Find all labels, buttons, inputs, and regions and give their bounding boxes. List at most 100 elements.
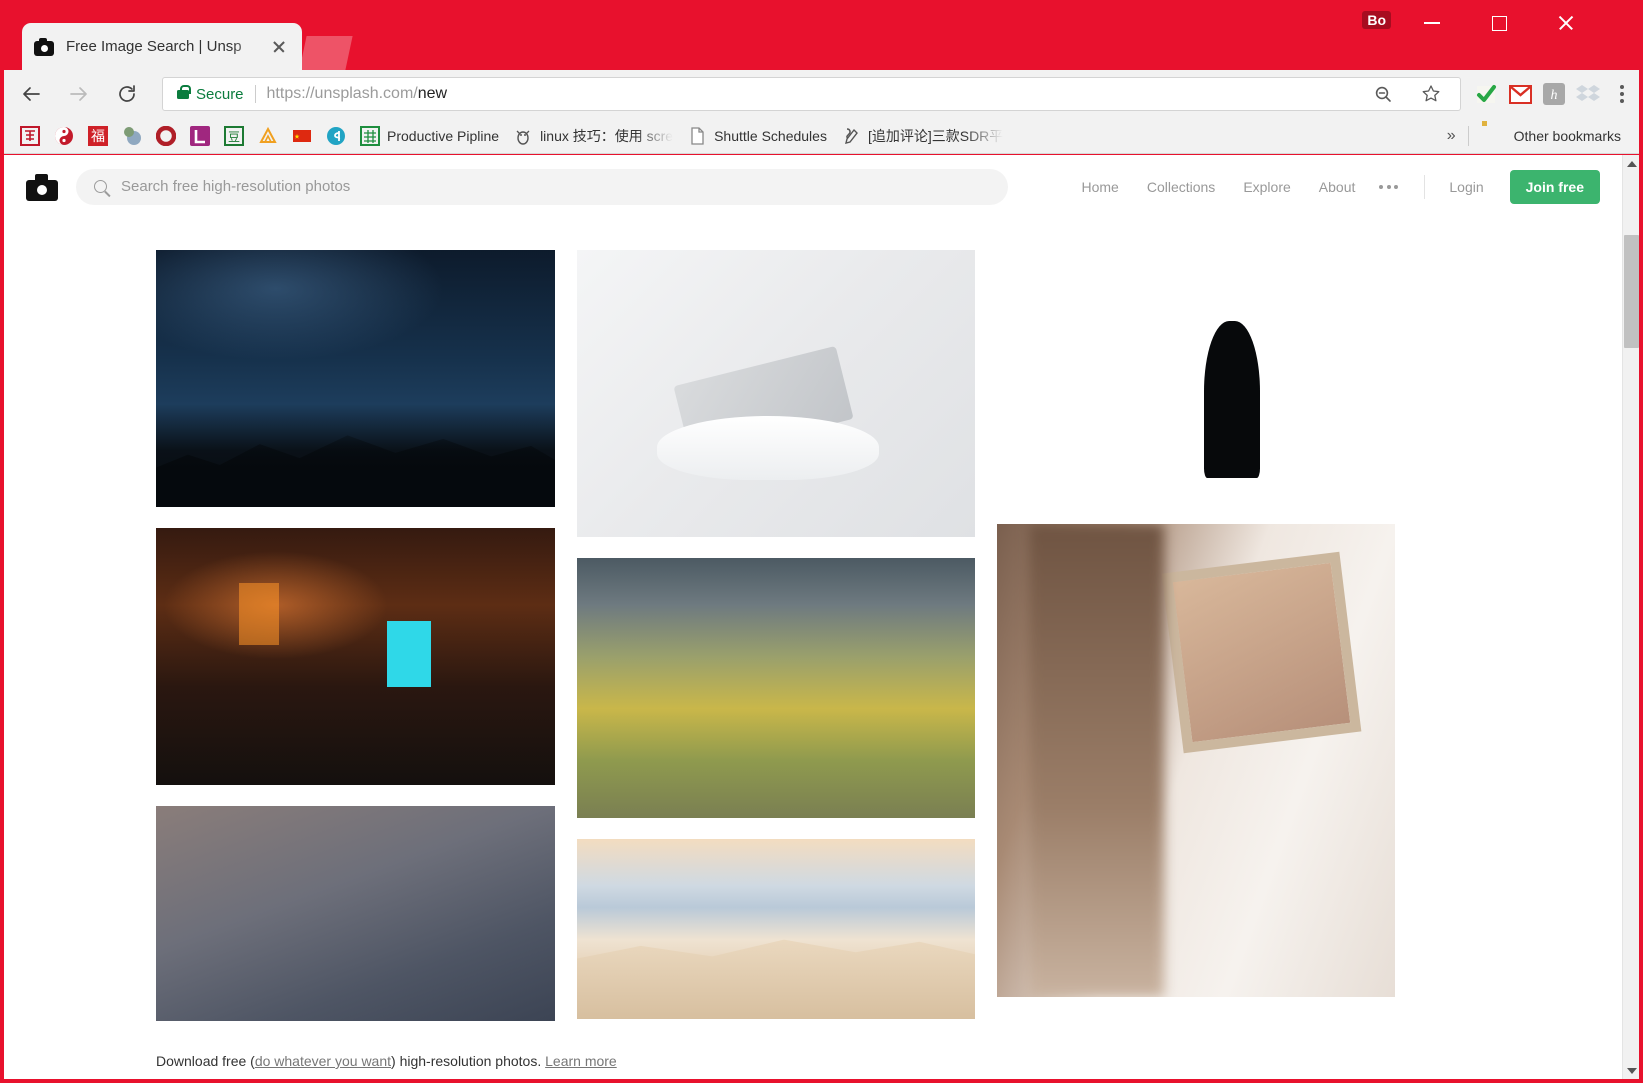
- reload-icon[interactable]: [106, 73, 148, 115]
- close-icon[interactable]: [1533, 0, 1599, 46]
- svg-text:h: h: [1551, 88, 1558, 103]
- unsplash-camera-logo[interactable]: [26, 173, 58, 201]
- camera-icon: [34, 37, 54, 57]
- bookmark-linux-tips[interactable]: linux 技巧：使用 scre: [507, 123, 679, 149]
- red-ring-favicon: [155, 125, 177, 146]
- kebab-menu-icon[interactable]: [1605, 77, 1639, 111]
- lock-icon: [177, 84, 191, 99]
- back-arrow-icon[interactable]: [10, 73, 52, 115]
- nav-home[interactable]: Home: [1081, 179, 1118, 195]
- bookmark-item[interactable]: [320, 123, 352, 149]
- forward-arrow-icon: [58, 73, 100, 115]
- photo-autumn-hillside[interactable]: [577, 558, 975, 818]
- scroll-up-icon[interactable]: [1623, 155, 1640, 172]
- svg-text:福: 福: [91, 129, 105, 145]
- yinyang-favicon: [54, 126, 74, 146]
- photo-masonry-grid: [4, 218, 1622, 1079]
- linux-doc-favicon: [513, 126, 533, 146]
- address-bar[interactable]: Secure https://unsplash.com/new: [162, 77, 1461, 111]
- security-label: Secure: [196, 85, 244, 103]
- pen-favicon: [841, 126, 861, 146]
- maximize-icon[interactable]: [1466, 0, 1532, 46]
- bookmark-label: Shuttle Schedules: [714, 127, 827, 144]
- cyan-a-favicon: [326, 126, 346, 146]
- site-nav: Home Collections Explore About Login Joi…: [1067, 169, 1600, 204]
- scroll-thumb[interactable]: [1624, 235, 1639, 348]
- photo-starry-mountains[interactable]: [156, 250, 555, 507]
- photo-neon-shopfront[interactable]: [156, 528, 555, 785]
- url-path: new: [417, 85, 448, 102]
- folder-icon: [1487, 126, 1507, 146]
- other-bookmarks-label: Other bookmarks: [1513, 127, 1621, 144]
- photo-light-tunnel[interactable]: [997, 250, 1395, 503]
- tab-title: Free Image Search | Unsp: [66, 38, 242, 55]
- omnibox-divider: [254, 85, 256, 103]
- nav-explore[interactable]: Explore: [1243, 179, 1290, 195]
- dropbox-extension-icon[interactable]: [1571, 77, 1605, 111]
- page-favicon: [687, 126, 707, 146]
- green-sheet-favicon: [360, 125, 380, 146]
- learn-more-link[interactable]: Learn more: [545, 1053, 617, 1069]
- photo-white-dunes[interactable]: [577, 839, 975, 1019]
- star-icon[interactable]: [1414, 77, 1448, 111]
- url-text: https://unsplash.com/new: [267, 85, 448, 103]
- search-icon: [94, 180, 107, 193]
- photo-laptop-on-chair[interactable]: [577, 250, 975, 537]
- nav-about[interactable]: About: [1319, 179, 1356, 195]
- fu-red-favicon: 福: [88, 125, 108, 146]
- svg-text:豆: 豆: [228, 130, 240, 144]
- new-tab-button[interactable]: [299, 36, 353, 70]
- join-free-button[interactable]: Join free: [1509, 169, 1600, 204]
- footer-note: Download free (do whatever you want) hig…: [156, 1049, 617, 1069]
- unsplash-page: Search free high-resolution photos Home …: [4, 155, 1622, 1079]
- page-scrollbar[interactable]: [1622, 155, 1639, 1079]
- bookmarks-bar: 福 豆 Productive Pipline linux 技巧：使用 scre …: [4, 118, 1639, 154]
- bookmark-label: linux 技巧：使用 scre: [540, 127, 674, 144]
- bookmarks-divider: [1467, 125, 1469, 146]
- bookmark-shuttle-schedules[interactable]: Shuttle Schedules: [681, 123, 833, 149]
- zoom-out-icon[interactable]: [1366, 77, 1400, 111]
- other-bookmarks-folder[interactable]: Other bookmarks: [1481, 123, 1627, 149]
- url-origin: https://unsplash.com/: [266, 85, 418, 102]
- photo-dusk-gradient[interactable]: [156, 806, 555, 1021]
- bookmark-item[interactable]: 豆: [218, 123, 250, 149]
- bookmark-item[interactable]: [286, 123, 318, 149]
- dict-favicon: [20, 125, 40, 146]
- browser-tab[interactable]: Free Image Search | Unsp: [22, 23, 302, 70]
- gmail-extension-icon[interactable]: [1503, 77, 1537, 111]
- bookmark-productive-pipline[interactable]: Productive Pipline: [354, 123, 505, 149]
- douban-favicon: 豆: [224, 125, 244, 146]
- do-whatever-you-want-link[interactable]: do whatever you want: [255, 1053, 391, 1069]
- masonry-column-1: [156, 250, 555, 1042]
- bookmark-item[interactable]: [116, 123, 148, 149]
- browser-toolbar: Secure https://unsplash.com/new h: [4, 70, 1639, 118]
- hypothesis-extension-icon[interactable]: h: [1537, 77, 1571, 111]
- search-placeholder: Search free high-resolution photos: [121, 178, 351, 195]
- bookmark-item[interactable]: 福: [82, 123, 114, 149]
- footer-text-middle: ) high-resolution photos.: [391, 1053, 546, 1069]
- login-button[interactable]: Login: [1449, 179, 1483, 195]
- chevrons-right-icon[interactable]: »: [1435, 127, 1468, 145]
- bookmark-item[interactable]: [14, 123, 46, 149]
- profile-label[interactable]: Bo: [1362, 11, 1391, 29]
- browser-title-bar: Free Image Search | Unsp Bo: [0, 0, 1643, 70]
- globe-tree-favicon: [122, 126, 142, 146]
- bookmark-item[interactable]: [184, 123, 216, 149]
- bookmark-item[interactable]: [48, 123, 80, 149]
- photo-portrait-frame[interactable]: [997, 524, 1395, 997]
- green-check-extension-icon[interactable]: [1469, 77, 1503, 111]
- bookmark-sdr-review[interactable]: [追加评论]三款SDR平: [835, 123, 1009, 149]
- china-flag-favicon: [292, 126, 312, 146]
- close-icon[interactable]: [268, 36, 290, 58]
- scroll-down-icon[interactable]: [1623, 1062, 1640, 1079]
- orange-triangle-favicon: [258, 126, 278, 146]
- bookmark-item[interactable]: [150, 123, 182, 149]
- bookmark-label: [追加评论]三款SDR平: [867, 127, 1004, 144]
- ellipsis-icon[interactable]: [1379, 184, 1399, 189]
- nav-collections[interactable]: Collections: [1147, 179, 1215, 195]
- minimize-icon[interactable]: [1399, 0, 1465, 46]
- site-header: Search free high-resolution photos Home …: [4, 155, 1622, 218]
- footer-text-before: Download free (: [156, 1053, 255, 1069]
- bookmark-item[interactable]: [252, 123, 284, 149]
- search-input[interactable]: Search free high-resolution photos: [76, 168, 1008, 205]
